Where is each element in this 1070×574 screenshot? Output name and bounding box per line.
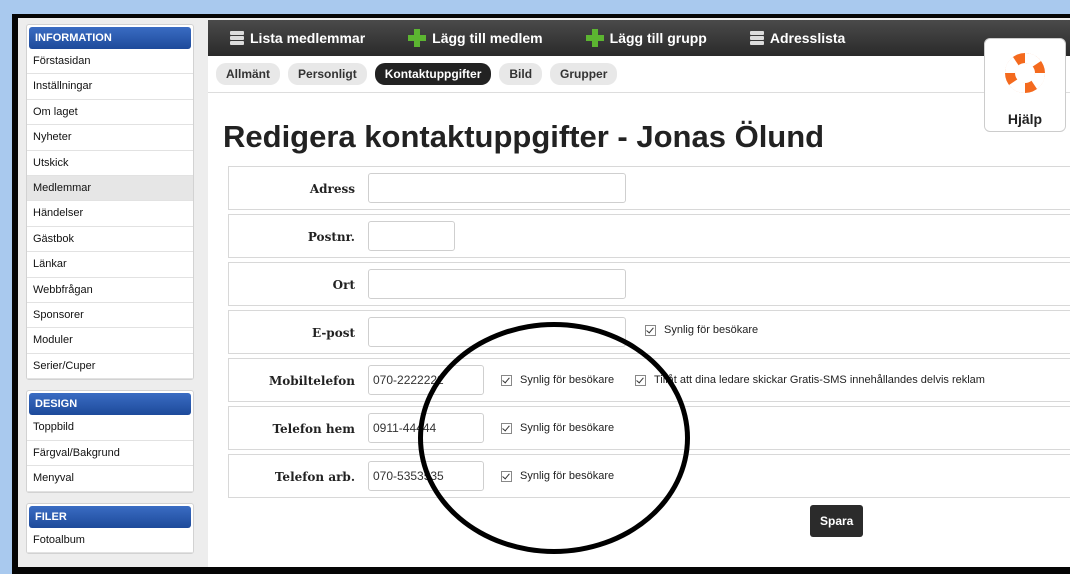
plus-icon — [408, 29, 427, 47]
lifebuoy-icon — [1005, 53, 1045, 93]
ort-label: Ort — [332, 278, 355, 292]
top-nav: Lista medlemmar Lägg till medlem Lägg ti… — [208, 20, 1070, 56]
sidebar-item-fotoalbum[interactable]: Fotoalbum — [27, 528, 193, 554]
page-title: Redigera kontaktuppgifter - Jonas Ölund — [223, 119, 825, 154]
sidebar-section-design: DESIGN Toppbild Färgval/Bakgrund Menyval — [26, 390, 194, 493]
sidebar-heading-information: INFORMATION — [29, 27, 191, 49]
sidebar-item-menyval[interactable]: Menyval — [27, 466, 193, 492]
home-phone-label: Telefon hem — [272, 422, 355, 436]
sidebar-item-webbfragan[interactable]: Webbfrågan — [27, 278, 193, 303]
work-phone-label: Telefon arb. — [274, 470, 355, 484]
form-row-ort: Ort — [228, 262, 1070, 306]
plus-icon — [585, 29, 604, 47]
sidebar-item-gastbok[interactable]: Gästbok — [27, 227, 193, 253]
add-member-button[interactable]: Lägg till medlem — [408, 29, 543, 47]
sidebar-item-installningar[interactable]: Inställningar — [27, 74, 193, 100]
checkbox-icon — [645, 324, 656, 336]
add-group-label: Lägg till grupp — [609, 30, 707, 46]
sidebar-item-nyheter[interactable]: Nyheter — [27, 125, 193, 151]
form-row-email: E-post Synlig för besökare — [228, 310, 1070, 354]
sidebar-section-information: INFORMATION Förstasidan Inställningar Om… — [26, 24, 194, 381]
mobile-sms-checkbox[interactable]: Tillåt att dina ledare skickar Gratis-SM… — [635, 374, 985, 386]
tab-allmant[interactable]: Allmänt — [216, 63, 281, 85]
address-input[interactable] — [368, 173, 626, 203]
ort-input[interactable] — [368, 269, 626, 299]
list-members-button[interactable]: Lista medlemmar — [230, 30, 365, 46]
tab-grupper[interactable]: Grupper — [550, 63, 618, 85]
form-row-address: Adress — [228, 166, 1070, 210]
sidebar: INFORMATION Förstasidan Inställningar Om… — [26, 24, 194, 564]
help-button[interactable]: Hjälp — [984, 38, 1066, 132]
sidebar-item-toppbild[interactable]: Toppbild — [27, 415, 193, 441]
sidebar-item-moduler[interactable]: Moduler — [27, 328, 193, 354]
sidebar-item-handelser[interactable]: Händelser — [27, 201, 193, 227]
sidebar-item-sponsorer[interactable]: Sponsorer — [27, 303, 193, 329]
postnr-input[interactable] — [368, 221, 455, 251]
list-icon — [230, 31, 244, 45]
email-visible-label: Synlig för besökare — [664, 324, 759, 336]
sub-tabs: Allmänt Personligt Kontaktuppgifter Bild… — [208, 56, 1070, 93]
add-member-label: Lägg till medlem — [432, 30, 543, 46]
sidebar-item-forstasidan[interactable]: Förstasidan — [27, 49, 193, 75]
list-icon — [749, 31, 764, 45]
help-label: Hjälp — [1007, 111, 1043, 127]
postnr-label: Postnr. — [307, 230, 355, 244]
tab-bild[interactable]: Bild — [499, 63, 543, 85]
save-button[interactable]: Spara — [810, 505, 864, 537]
address-list-button[interactable]: Adresslista — [749, 30, 846, 46]
sidebar-item-serier-cuper[interactable]: Serier/Cuper — [27, 354, 193, 380]
mobile-sms-label: Tillåt att dina ledare skickar Gratis-SM… — [654, 374, 985, 386]
sidebar-heading-design: DESIGN — [29, 393, 191, 416]
address-label: Adress — [309, 182, 355, 196]
sidebar-item-utskick[interactable]: Utskick — [27, 151, 193, 176]
address-list-label: Adresslista — [769, 30, 846, 46]
add-group-button[interactable]: Lägg till grupp — [585, 29, 707, 47]
tab-kontaktuppgifter[interactable]: Kontaktuppgifter — [374, 63, 492, 85]
sidebar-item-om-laget[interactable]: Om laget — [27, 100, 193, 126]
mobile-label: Mobiltelefon — [268, 374, 355, 388]
email-label: E-post — [311, 326, 355, 340]
sidebar-item-medlemmar[interactable]: Medlemmar — [27, 175, 193, 202]
sidebar-heading-filer: FILER — [29, 505, 191, 528]
sidebar-section-filer: FILER Fotoalbum — [26, 502, 194, 555]
sidebar-item-lankar[interactable]: Länkar — [27, 252, 193, 278]
form-row-postnr: Postnr. — [228, 214, 1070, 258]
tab-personligt[interactable]: Personligt — [288, 63, 367, 85]
annotation-circle — [418, 322, 690, 554]
email-visible-checkbox[interactable]: Synlig för besökare — [645, 324, 758, 336]
sidebar-item-fargval-bakgrund[interactable]: Färgval/Bakgrund — [27, 441, 193, 467]
list-members-label: Lista medlemmar — [250, 30, 366, 46]
